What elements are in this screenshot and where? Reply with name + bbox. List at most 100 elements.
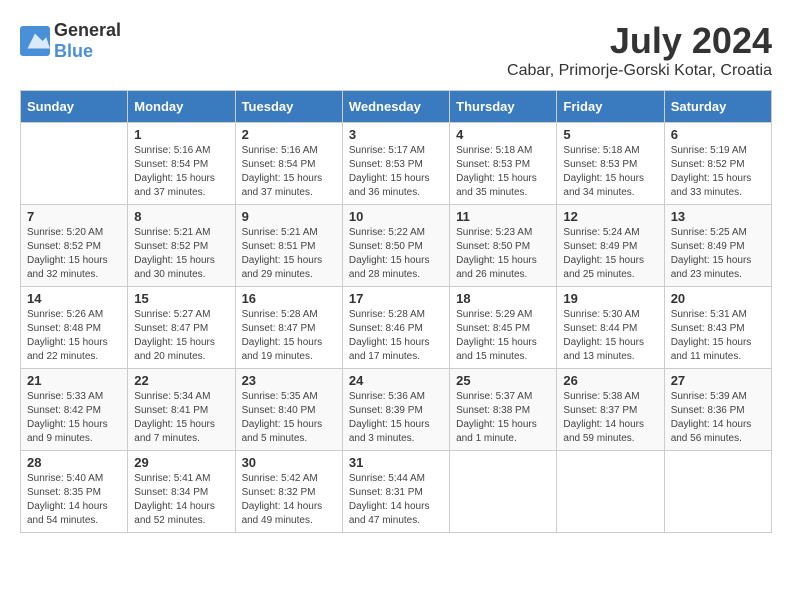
location-title: Cabar, Primorje-Gorski Kotar, Croatia (507, 62, 772, 80)
day-number: 6 (671, 127, 765, 142)
day-header-friday: Friday (557, 91, 664, 123)
day-info: Sunrise: 5:42 AM Sunset: 8:32 PM Dayligh… (242, 472, 336, 528)
calendar-cell: 11 Sunrise: 5:23 AM Sunset: 8:50 PM Dayli… (450, 205, 557, 287)
day-number: 24 (349, 373, 443, 388)
calendar-cell: 2 Sunrise: 5:16 AM Sunset: 8:54 PM Daylig… (235, 123, 342, 205)
day-number: 31 (349, 455, 443, 470)
calendar-cell: 4 Sunrise: 5:18 AM Sunset: 8:53 PM Daylig… (450, 123, 557, 205)
calendar-cell: 19 Sunrise: 5:30 AM Sunset: 8:44 PM Dayli… (557, 287, 664, 369)
day-header-saturday: Saturday (664, 91, 771, 123)
calendar-cell: 10Sunrise: 5:22 AM Sunset: 8:50 PM Dayli… (342, 205, 449, 287)
day-number: 16 (242, 291, 336, 306)
day-info: Sunrise: 5:16 AM Sunset: 8:54 PM Dayligh… (242, 144, 336, 200)
logo: General Blue (20, 20, 121, 62)
logo-general-text: General (54, 20, 121, 40)
month-year-title: July 2024 (507, 20, 772, 62)
day-info: Sunrise: 5:26 AM Sunset: 8:48 PM Dayligh… (27, 308, 121, 364)
day-number: 28 (27, 455, 121, 470)
day-info: Sunrise: 5:38 AM Sunset: 8:37 PM Dayligh… (563, 390, 657, 446)
calendar-table: SundayMondayTuesdayWednesdayThursdayFrid… (20, 90, 772, 533)
day-info: Sunrise: 5:18 AM Sunset: 8:53 PM Dayligh… (563, 144, 657, 200)
calendar-cell: 16 Sunrise: 5:28 AM Sunset: 8:47 PM Dayli… (235, 287, 342, 369)
calendar-cell (664, 451, 771, 533)
day-number: 15 (134, 291, 228, 306)
calendar-cell: 24Sunrise: 5:36 AM Sunset: 8:39 PM Dayli… (342, 369, 449, 451)
week-row-2: 14 Sunrise: 5:26 AM Sunset: 8:48 PM Dayli… (21, 287, 772, 369)
calendar-cell: 18Sunrise: 5:29 AM Sunset: 8:45 PM Dayli… (450, 287, 557, 369)
day-header-thursday: Thursday (450, 91, 557, 123)
day-info: Sunrise: 5:40 AM Sunset: 8:35 PM Dayligh… (27, 472, 121, 528)
calendar-cell (557, 451, 664, 533)
calendar-body: 1 Sunrise: 5:16 AM Sunset: 8:54 PM Daylig… (21, 123, 772, 533)
days-of-week-row: SundayMondayTuesdayWednesdayThursdayFrid… (21, 91, 772, 123)
day-number: 11 (456, 209, 550, 224)
day-number: 3 (349, 127, 443, 142)
logo-blue-text: Blue (54, 41, 93, 61)
calendar-cell: 27 Sunrise: 5:39 AM Sunset: 8:36 PM Dayli… (664, 369, 771, 451)
day-info: Sunrise: 5:39 AM Sunset: 8:36 PM Dayligh… (671, 390, 765, 446)
day-info: Sunrise: 5:23 AM Sunset: 8:50 PM Dayligh… (456, 226, 550, 282)
calendar-cell: 8Sunrise: 5:21 AM Sunset: 8:52 PM Daylig… (128, 205, 235, 287)
day-number: 29 (134, 455, 228, 470)
day-number: 5 (563, 127, 657, 142)
week-row-4: 28 Sunrise: 5:40 AM Sunset: 8:35 PM Dayli… (21, 451, 772, 533)
day-header-sunday: Sunday (21, 91, 128, 123)
day-info: Sunrise: 5:16 AM Sunset: 8:54 PM Dayligh… (134, 144, 228, 200)
calendar-cell: 28 Sunrise: 5:40 AM Sunset: 8:35 PM Dayli… (21, 451, 128, 533)
day-info: Sunrise: 5:30 AM Sunset: 8:44 PM Dayligh… (563, 308, 657, 364)
calendar-cell: 31 Sunrise: 5:44 AM Sunset: 8:31 PM Dayli… (342, 451, 449, 533)
day-info: Sunrise: 5:41 AM Sunset: 8:34 PM Dayligh… (134, 472, 228, 528)
calendar-cell: 15 Sunrise: 5:27 AM Sunset: 8:47 PM Dayli… (128, 287, 235, 369)
week-row-1: 7Sunrise: 5:20 AM Sunset: 8:52 PM Daylig… (21, 205, 772, 287)
day-info: Sunrise: 5:21 AM Sunset: 8:52 PM Dayligh… (134, 226, 228, 282)
day-number: 14 (27, 291, 121, 306)
calendar-cell: 14 Sunrise: 5:26 AM Sunset: 8:48 PM Dayli… (21, 287, 128, 369)
day-info: Sunrise: 5:19 AM Sunset: 8:52 PM Dayligh… (671, 144, 765, 200)
day-number: 30 (242, 455, 336, 470)
day-info: Sunrise: 5:37 AM Sunset: 8:38 PM Dayligh… (456, 390, 550, 446)
day-number: 12 (563, 209, 657, 224)
calendar-cell (21, 123, 128, 205)
calendar-cell: 1 Sunrise: 5:16 AM Sunset: 8:54 PM Daylig… (128, 123, 235, 205)
calendar-cell: 22Sunrise: 5:34 AM Sunset: 8:41 PM Dayli… (128, 369, 235, 451)
calendar-cell: 7Sunrise: 5:20 AM Sunset: 8:52 PM Daylig… (21, 205, 128, 287)
calendar-cell: 6 Sunrise: 5:19 AM Sunset: 8:52 PM Daylig… (664, 123, 771, 205)
calendar-cell: 23 Sunrise: 5:35 AM Sunset: 8:40 PM Dayli… (235, 369, 342, 451)
day-number: 21 (27, 373, 121, 388)
calendar-cell (450, 451, 557, 533)
day-header-monday: Monday (128, 91, 235, 123)
day-info: Sunrise: 5:29 AM Sunset: 8:45 PM Dayligh… (456, 308, 550, 364)
day-info: Sunrise: 5:28 AM Sunset: 8:46 PM Dayligh… (349, 308, 443, 364)
day-info: Sunrise: 5:24 AM Sunset: 8:49 PM Dayligh… (563, 226, 657, 282)
day-number: 23 (242, 373, 336, 388)
calendar-cell: 3Sunrise: 5:17 AM Sunset: 8:53 PM Daylig… (342, 123, 449, 205)
day-number: 26 (563, 373, 657, 388)
title-area: July 2024 Cabar, Primorje-Gorski Kotar, … (507, 20, 772, 80)
day-info: Sunrise: 5:35 AM Sunset: 8:40 PM Dayligh… (242, 390, 336, 446)
calendar-cell: 17Sunrise: 5:28 AM Sunset: 8:46 PM Dayli… (342, 287, 449, 369)
day-number: 19 (563, 291, 657, 306)
day-number: 1 (134, 127, 228, 142)
day-info: Sunrise: 5:21 AM Sunset: 8:51 PM Dayligh… (242, 226, 336, 282)
day-number: 4 (456, 127, 550, 142)
day-info: Sunrise: 5:28 AM Sunset: 8:47 PM Dayligh… (242, 308, 336, 364)
calendar-cell: 20 Sunrise: 5:31 AM Sunset: 8:43 PM Dayli… (664, 287, 771, 369)
day-info: Sunrise: 5:27 AM Sunset: 8:47 PM Dayligh… (134, 308, 228, 364)
page-header: General Blue July 2024 Cabar, Primorje-G… (20, 20, 772, 80)
calendar-cell: 9Sunrise: 5:21 AM Sunset: 8:51 PM Daylig… (235, 205, 342, 287)
day-number: 27 (671, 373, 765, 388)
week-row-0: 1 Sunrise: 5:16 AM Sunset: 8:54 PM Daylig… (21, 123, 772, 205)
calendar-cell: 26 Sunrise: 5:38 AM Sunset: 8:37 PM Dayli… (557, 369, 664, 451)
day-number: 2 (242, 127, 336, 142)
calendar-cell: 29 Sunrise: 5:41 AM Sunset: 8:34 PM Dayli… (128, 451, 235, 533)
day-number: 10 (349, 209, 443, 224)
day-info: Sunrise: 5:44 AM Sunset: 8:31 PM Dayligh… (349, 472, 443, 528)
day-number: 20 (671, 291, 765, 306)
day-info: Sunrise: 5:31 AM Sunset: 8:43 PM Dayligh… (671, 308, 765, 364)
calendar-cell: 30 Sunrise: 5:42 AM Sunset: 8:32 PM Dayli… (235, 451, 342, 533)
day-info: Sunrise: 5:34 AM Sunset: 8:41 PM Dayligh… (134, 390, 228, 446)
calendar-cell: 21Sunrise: 5:33 AM Sunset: 8:42 PM Dayli… (21, 369, 128, 451)
day-number: 13 (671, 209, 765, 224)
day-info: Sunrise: 5:18 AM Sunset: 8:53 PM Dayligh… (456, 144, 550, 200)
calendar-cell: 25Sunrise: 5:37 AM Sunset: 8:38 PM Dayli… (450, 369, 557, 451)
